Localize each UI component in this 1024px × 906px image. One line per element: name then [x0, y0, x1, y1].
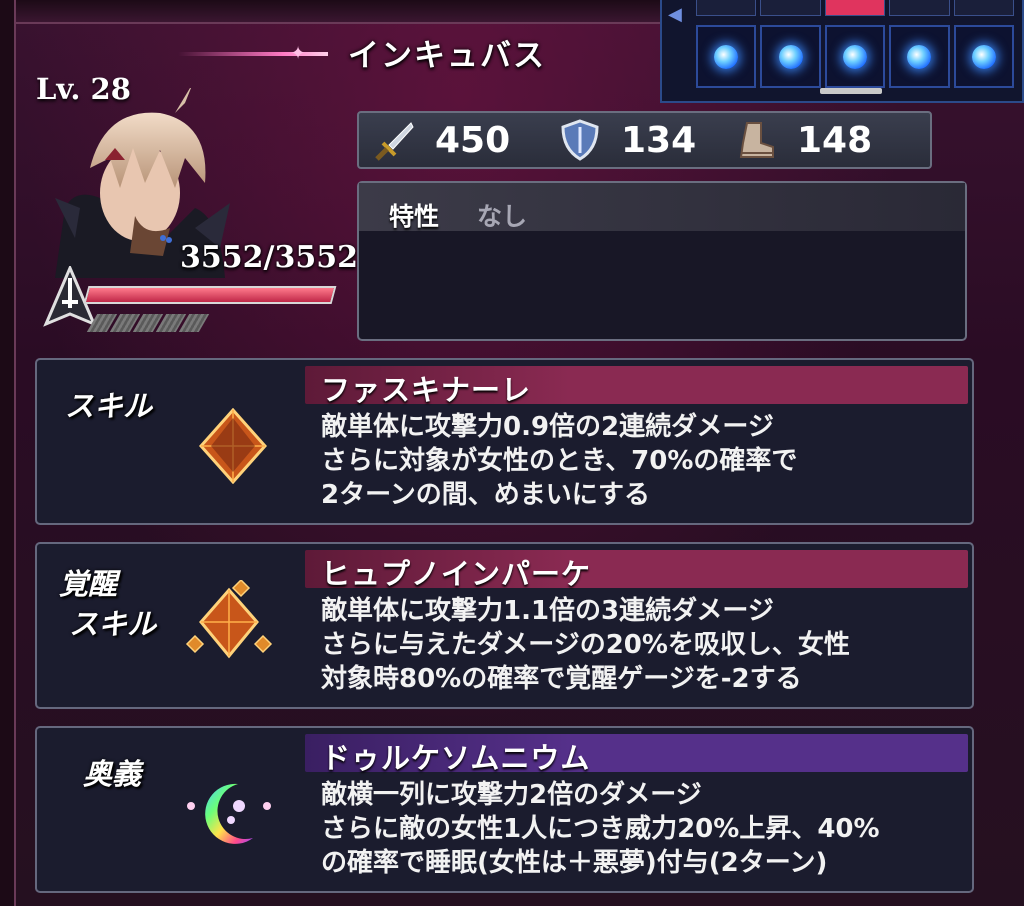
blue-orb-icon — [714, 44, 739, 69]
stats-bar: 450 134 148 — [357, 111, 932, 169]
blue-orb-icon — [843, 44, 868, 69]
trait-panel: 特性 なし — [357, 181, 967, 341]
party-slot[interactable] — [953, 25, 1015, 88]
party-top-slot[interactable] — [953, 0, 1015, 16]
party-slot[interactable] — [760, 25, 821, 88]
party-slot[interactable] — [696, 25, 757, 88]
party-slot-selected[interactable] — [824, 25, 886, 88]
defense-value: 134 — [621, 119, 697, 161]
trait-value: なし — [477, 202, 528, 231]
left-frame — [0, 0, 16, 906]
hp-value: 3552/3552 — [180, 240, 358, 275]
party-slot-row — [694, 25, 1016, 88]
orange-crystal-icon — [198, 408, 268, 484]
attack-stat: 450 — [373, 119, 510, 161]
defense-stat: 134 — [559, 119, 696, 161]
attack-value: 450 — [435, 119, 511, 161]
skill-panel[interactable]: スキル ファスキナーレ 敵単体に攻撃力0.9倍の2連続ダメージ さらに対象が女性… — [35, 358, 974, 525]
awakened-skill-panel[interactable]: 覚醒 スキル ヒュプノインパーケ 敵単体に攻撃力1.1倍の3連続ダメージ さらに… — [35, 542, 974, 709]
awakened-skill-name: ヒュプノインパーケ — [321, 557, 592, 591]
hp-bar — [83, 286, 337, 304]
awakened-skill-description: 敵単体に攻撃力1.1倍の3連続ダメージ さらに与えたダメージの20%を吸収し、女… — [321, 596, 850, 694]
party-selection-indicator — [820, 88, 882, 94]
awakened-crystal-icon — [185, 580, 273, 659]
party-top-slot[interactable] — [889, 0, 950, 16]
ultimate-description: 敵横一列に攻撃力2倍のダメージ さらに敵の女性1人につき威力20%上昇、40% … — [321, 780, 880, 878]
party-top-slot-selected[interactable] — [824, 0, 886, 16]
skill-name: ファスキナーレ — [321, 373, 532, 407]
unit-name: インキュバス — [348, 38, 546, 74]
skill-description: 敵単体に攻撃力0.9倍の2連続ダメージ さらに対象が女性のとき、70%の確率で … — [321, 412, 798, 510]
awakening-gauge — [86, 314, 210, 332]
sword-icon — [375, 122, 414, 161]
party-slot[interactable] — [889, 25, 950, 88]
speed-value: 148 — [797, 119, 873, 161]
party-top-row — [694, 0, 1016, 16]
skill-label: スキル — [65, 389, 153, 423]
blue-orb-icon — [971, 44, 996, 69]
party-top-slot[interactable] — [760, 0, 821, 16]
blue-orb-icon — [907, 44, 932, 69]
rainbow-moon-icon — [187, 783, 271, 844]
trait-header — [359, 183, 965, 231]
party-top-slot[interactable] — [696, 0, 757, 16]
ultimate-name: ドゥルケソムニウム — [321, 741, 591, 775]
trait-label: 特性 — [389, 202, 440, 231]
awakened-skill-label: 覚醒 スキル — [59, 567, 157, 641]
ultimate-panel[interactable]: 奥義 ドゥルケソムニウム 敵横一列に攻撃力2倍のダメージ さらに敵の女性1人につ… — [35, 726, 974, 893]
boot-icon — [739, 122, 774, 158]
ultimate-label: 奥義 — [83, 757, 142, 791]
chevron-left-icon[interactable]: ◀ — [668, 4, 682, 25]
speed-stat: 148 — [735, 119, 872, 161]
shield-icon — [561, 119, 599, 161]
sparkle-icon: ✦ — [290, 43, 306, 64]
blue-orb-icon — [778, 44, 803, 69]
hp-bar-fill — [86, 288, 334, 302]
